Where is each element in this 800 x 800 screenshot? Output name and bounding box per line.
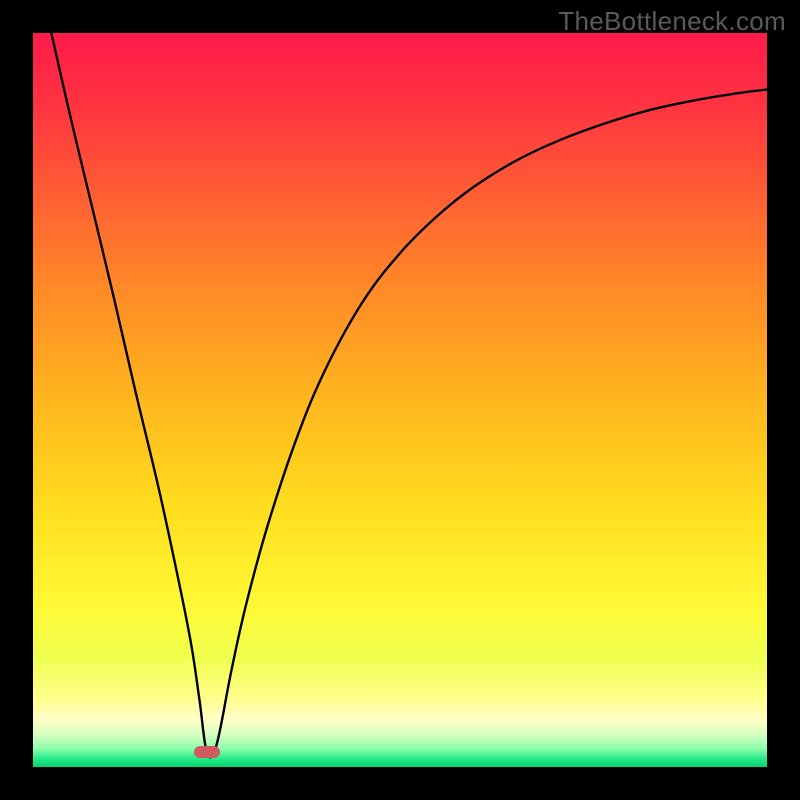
chart-frame: TheBottleneck.com (0, 0, 800, 800)
optimum-marker (194, 746, 220, 758)
bottleneck-curve (33, 33, 767, 767)
plot-area (33, 33, 767, 767)
